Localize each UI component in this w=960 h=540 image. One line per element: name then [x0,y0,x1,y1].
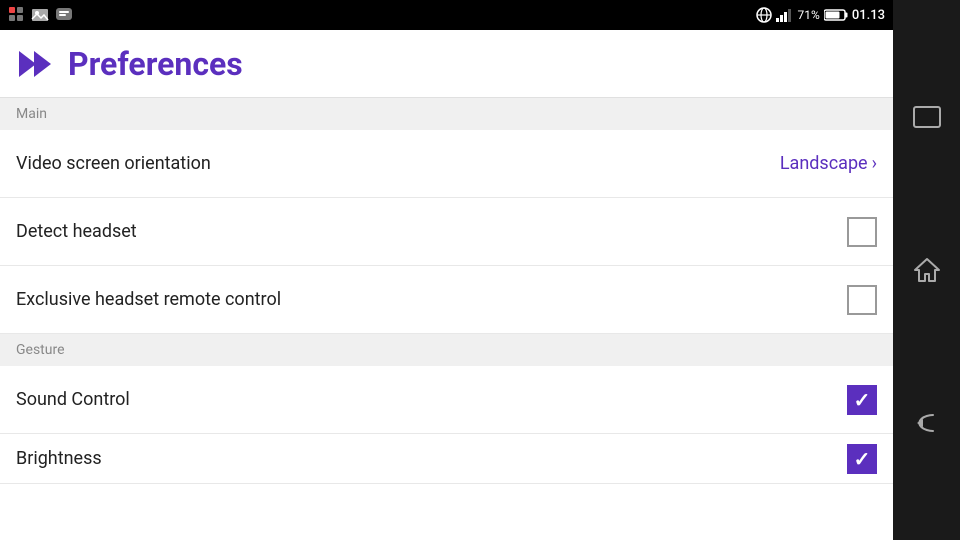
time-display: 01.13 [852,8,885,23]
image-icon [31,6,49,24]
status-bar-right: 71% 01.13 [756,7,885,23]
exclusive-headset-checkbox[interactable] [847,285,877,315]
section-header-main: Main [0,98,893,130]
home-icon [913,256,941,284]
battery-icon [824,8,848,22]
brightness-label: Brightness [16,448,102,469]
app-logo-icon [16,45,54,83]
video-orientation-label: Video screen orientation [16,153,211,174]
detect-headset-checkbox[interactable] [847,217,877,247]
bbm-icon [54,6,74,24]
home-button[interactable] [905,248,949,292]
navigation-sidebar [893,0,960,540]
brightness-checkbox[interactable] [847,444,877,474]
sound-control-label: Sound Control [16,389,130,410]
brightness-item[interactable]: Brightness [0,434,893,484]
header: Preferences [0,30,893,98]
back-icon [913,411,941,435]
video-orientation-item[interactable]: Video screen orientation Landscape › [0,130,893,198]
page-title: Preferences [68,45,243,83]
battery-percent: 71% [798,8,820,22]
main-content: 71% 01.13 Preferences Main Video screen … [0,0,893,540]
sound-control-checkbox[interactable] [847,385,877,415]
chevron-right-icon: › [872,153,877,174]
detect-headset-label: Detect headset [16,221,137,242]
back-button[interactable] [905,401,949,445]
exclusive-headset-label: Exclusive headset remote control [16,289,281,310]
recent-apps-icon [913,106,941,128]
signal-icon [776,8,794,22]
globe-icon [756,7,772,23]
detect-headset-item[interactable]: Detect headset [0,198,893,266]
grid-icon [8,6,26,24]
exclusive-headset-item[interactable]: Exclusive headset remote control [0,266,893,334]
section-header-gesture: Gesture [0,334,893,366]
video-orientation-value[interactable]: Landscape › [780,153,877,174]
recent-apps-button[interactable] [905,95,949,139]
sound-control-item[interactable]: Sound Control [0,366,893,434]
status-bar-left [8,6,74,24]
status-bar: 71% 01.13 [0,0,893,30]
